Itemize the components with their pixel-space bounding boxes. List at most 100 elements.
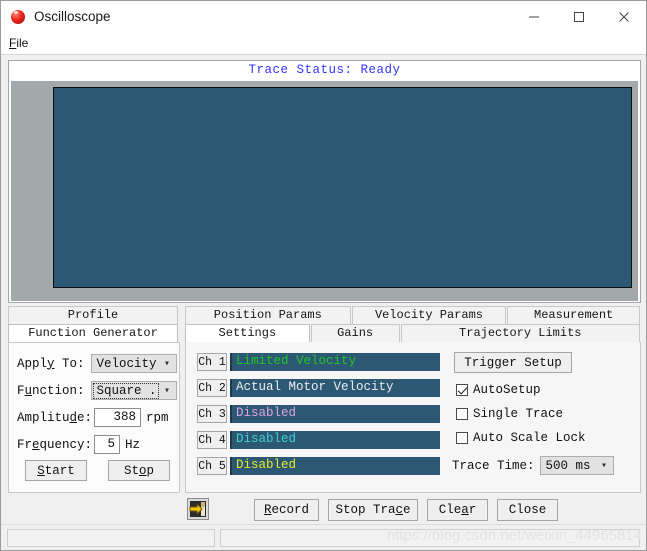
auto-scale-lock-label: Auto Scale Lock	[473, 431, 586, 445]
channel-2-value[interactable]: Actual Motor Velocity	[230, 379, 440, 397]
apply-to-value: Velocity	[96, 356, 157, 371]
right-tab-row-1: Position Params Velocity Params Measurem…	[185, 306, 641, 324]
trace-time-row: Trace Time: 500 ms ▾	[452, 456, 614, 475]
amplitude-unit: rpm	[146, 410, 169, 425]
clear-button[interactable]: Cle a r	[427, 499, 488, 521]
maximize-button[interactable]	[556, 1, 601, 32]
scope-frame	[11, 81, 638, 301]
apply-to-select[interactable]: Velocity ▾	[90, 354, 177, 373]
tab-profile[interactable]: Profile	[8, 306, 178, 324]
status-pane-2	[220, 529, 640, 547]
stop-trace-post: e	[403, 503, 411, 517]
single-trace-checkbox[interactable]	[456, 408, 468, 420]
tab-function-generator[interactable]: Function Generator	[8, 324, 178, 342]
action-bar: Record Stop Tra c e Cle a r Close	[1, 495, 647, 525]
minimize-button[interactable]	[511, 1, 556, 32]
tab-measurement[interactable]: Measurement	[507, 306, 640, 324]
single-trace-label: Single Trace	[473, 407, 564, 421]
chevron-down-icon: ▾	[164, 385, 171, 397]
start-button-rest: tart	[44, 463, 75, 478]
fg-buttons-row: Start St o p	[25, 460, 170, 481]
function-generator-panel: Apply To: Velocity ▾ Function: Square ..…	[8, 342, 180, 493]
channel-3-value[interactable]: Disabled	[230, 405, 440, 423]
app-icon	[10, 9, 26, 25]
record-button-rest: ecord	[271, 503, 310, 517]
close-button[interactable]	[601, 1, 646, 32]
channel-1-value[interactable]: Limited Velocity	[230, 353, 440, 371]
menu-bar: File	[1, 32, 646, 55]
scope-plot-area[interactable]	[53, 87, 632, 288]
tab-trajectory-limits[interactable]: Trajectory Limits	[400, 324, 640, 342]
title-bar: Oscilloscope	[1, 1, 646, 32]
window-controls	[511, 1, 646, 32]
maximize-icon	[573, 11, 584, 22]
channel-5-button[interactable]: Ch 5	[197, 457, 227, 475]
function-row: Function: Square ... ▾	[17, 380, 177, 401]
status-pane-1	[7, 529, 215, 547]
function-label: Function:	[17, 383, 85, 398]
channel-4-button[interactable]: Ch 4	[197, 431, 227, 449]
stop-trace-button[interactable]: Stop Tra c e	[328, 499, 418, 521]
oscilloscope-display-panel: Trace Status: Ready	[8, 60, 641, 303]
apply-to-label: Apply To:	[17, 356, 85, 371]
trigger-setup-button[interactable]: Trigger Setup	[454, 352, 572, 373]
clear-pre: Cle	[438, 503, 462, 517]
frequency-input[interactable]: 5	[94, 435, 121, 454]
trace-status: Trace Status: Ready	[9, 61, 640, 80]
function-select[interactable]: Square ... ▾	[90, 381, 177, 400]
amplitude-row: Amplitude: 388 rpm	[17, 407, 169, 428]
amplitude-input[interactable]: 388	[94, 408, 142, 427]
channel-2-button[interactable]: Ch 2	[197, 379, 227, 397]
frequency-unit: Hz	[125, 437, 141, 452]
single-trace-row[interactable]: Single Trace	[456, 407, 563, 421]
auto-scale-lock-checkbox[interactable]	[456, 432, 468, 444]
channel-4-value[interactable]: Disabled	[230, 431, 440, 449]
tab-position-params[interactable]: Position Params	[185, 306, 351, 324]
channel-row-1: Ch 1 Limited Velocity	[197, 352, 440, 372]
channel-row-2: Ch 2 Actual Motor Velocity	[197, 378, 440, 398]
chevron-down-icon: ▾	[601, 460, 608, 472]
left-tab-strip: Profile Function Generator	[8, 306, 180, 342]
menu-item-file[interactable]: File	[1, 34, 34, 52]
stop-trace-pre: Stop Tra	[335, 503, 396, 517]
stop-button-post: p	[146, 463, 155, 478]
channel-3-button[interactable]: Ch 3	[197, 405, 227, 423]
channel-1-button[interactable]: Ch 1	[197, 353, 227, 371]
right-tab-strip: Position Params Velocity Params Measurem…	[185, 306, 641, 342]
apply-to-row: Apply To: Velocity ▾	[17, 353, 177, 374]
status-bar	[1, 524, 646, 550]
auto-scale-lock-row[interactable]: Auto Scale Lock	[456, 431, 586, 445]
channel-5-value[interactable]: Disabled	[230, 457, 440, 475]
function-value: Square ...	[92, 382, 159, 399]
chevron-down-icon: ▾	[164, 358, 171, 370]
auto-setup-checkbox[interactable]	[456, 384, 468, 396]
channel-row-4: Ch 4 Disabled	[197, 430, 440, 450]
stop-button-pre: St	[123, 463, 139, 478]
stop-button[interactable]: St o p	[108, 460, 170, 481]
auto-setup-row[interactable]: AutoSetup	[456, 383, 541, 397]
frequency-row: Frequency: 5 Hz	[17, 434, 140, 455]
auto-setup-label: AutoSetup	[473, 383, 541, 397]
trace-time-value: 500 ms	[545, 458, 591, 473]
trace-time-label: Trace Time:	[452, 458, 535, 473]
left-tab-row-1: Profile	[8, 306, 180, 324]
record-button[interactable]: Record	[254, 499, 319, 521]
start-button[interactable]: Start	[25, 460, 87, 481]
window-title: Oscilloscope	[34, 9, 111, 24]
trigger-setup-row: Trigger Setup	[454, 352, 572, 373]
trace-time-select[interactable]: 500 ms ▾	[539, 456, 614, 475]
left-tab-row-2: Function Generator	[8, 324, 180, 342]
channel-row-5: Ch 5 Disabled	[197, 456, 440, 476]
channel-row-3: Ch 3 Disabled	[197, 404, 440, 424]
tab-velocity-params[interactable]: Velocity Params	[351, 306, 507, 324]
settings-panel: Ch 1 Limited Velocity Ch 2 Actual Motor …	[185, 342, 641, 493]
clear-post: r	[468, 503, 477, 517]
right-tab-row-2: Settings Gains Trajectory Limits	[185, 324, 641, 342]
close-action-button[interactable]: Close	[497, 499, 558, 521]
close-icon	[618, 11, 629, 22]
tab-settings[interactable]: Settings	[185, 324, 310, 342]
menu-item-file-rest: ile	[16, 36, 29, 50]
minimize-icon	[528, 16, 539, 17]
tab-gains[interactable]: Gains	[310, 324, 400, 342]
frequency-label: Frequency:	[17, 437, 93, 452]
